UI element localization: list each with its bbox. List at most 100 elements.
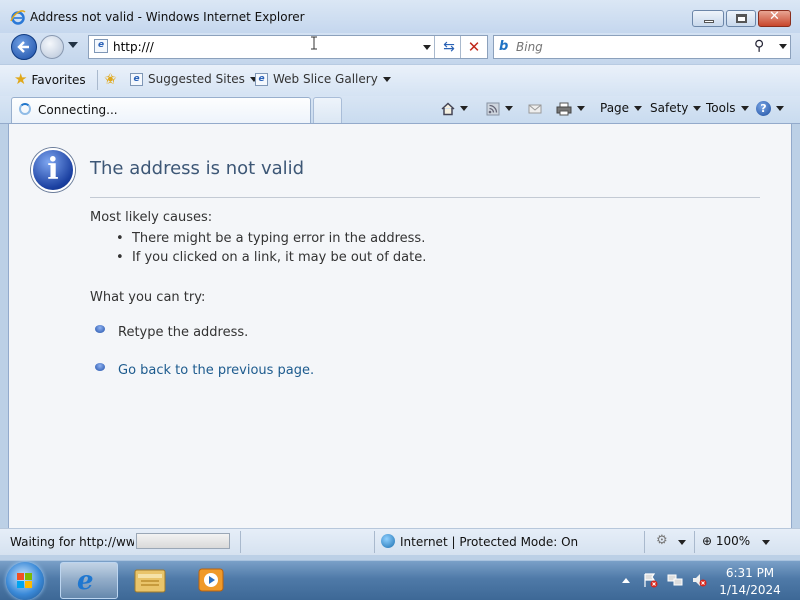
tools-menu-label: Tools [706, 101, 736, 115]
web-slice-gallery-button[interactable]: e Web Slice Gallery [255, 72, 391, 86]
tools-menu-button[interactable]: Tools [706, 101, 749, 115]
causes-heading: Most likely causes: [90, 210, 213, 225]
printer-icon [556, 102, 572, 115]
windows-logo-icon [17, 573, 33, 589]
help-icon: ? [756, 101, 771, 116]
loading-spinner-icon [19, 103, 31, 115]
taskbar-internet-explorer-button[interactable]: e [60, 562, 118, 599]
address-input[interactable] [113, 38, 413, 56]
chevron-down-icon [460, 106, 468, 111]
favorites-star-icon: ★ [14, 70, 28, 88]
divider [240, 531, 241, 553]
favorites-label: Favorites [31, 73, 86, 87]
divider [90, 197, 760, 198]
bullet-icon [95, 363, 105, 371]
search-input[interactable] [516, 38, 716, 56]
volume-muted-icon[interactable] [691, 572, 707, 588]
address-dropdown[interactable] [423, 45, 431, 50]
help-menu-button[interactable]: ? [756, 101, 784, 116]
recent-pages-dropdown[interactable] [68, 42, 78, 48]
favorites-button[interactable]: ★ Favorites [14, 70, 86, 90]
page-menu-label: Page [600, 101, 630, 115]
rss-icon [486, 102, 500, 115]
status-text: Waiting for http://www... [10, 535, 134, 549]
back-arrow-icon [17, 41, 29, 53]
ie-logo-icon: e [77, 566, 94, 596]
retype-address-text: Retype the address. [118, 325, 249, 340]
ie-page-icon: e [255, 73, 268, 86]
feeds-button[interactable] [486, 101, 513, 116]
taskbar-media-player-button[interactable] [196, 566, 228, 594]
zoom-icon: ⊕ [702, 534, 713, 548]
close-icon: ✕ [769, 9, 780, 24]
chevron-down-icon [776, 106, 784, 111]
gear-icon: ⚙ [656, 533, 668, 548]
stop-button[interactable]: ✕ [465, 38, 483, 56]
taskbar-windows-explorer-button[interactable] [132, 566, 168, 594]
divider [434, 36, 435, 58]
divider [644, 531, 645, 553]
search-button[interactable]: ⚲ [754, 38, 764, 54]
tab-label: Connecting... [38, 103, 118, 117]
clock-date[interactable]: 1/14/2024 [712, 583, 788, 597]
window-title: Address not valid - Windows Internet Exp… [30, 10, 305, 24]
show-hidden-icons-button[interactable] [622, 578, 630, 583]
text-cursor-icon [311, 36, 317, 50]
list-item: • If you clicked on a link, it may be ou… [116, 250, 427, 265]
chevron-down-icon [505, 106, 513, 111]
add-favorite-icon: ✬ [104, 70, 117, 88]
progress-bar [136, 533, 230, 549]
home-icon [441, 101, 455, 115]
bing-logo-icon: b [499, 39, 509, 54]
chevron-down-icon [693, 106, 702, 111]
chevron-down-icon[interactable] [678, 540, 686, 545]
ie-page-icon: e [130, 73, 143, 86]
chevron-down-icon[interactable] [762, 540, 770, 545]
ie-logo-icon [10, 10, 26, 25]
try-heading: What you can try: [90, 290, 206, 305]
network-icon[interactable] [667, 572, 683, 588]
internet-zone-globe-icon [381, 534, 395, 548]
start-button[interactable] [6, 562, 44, 600]
cause-text: If you clicked on a link, it may be out … [131, 250, 427, 265]
page-icon: e [94, 39, 108, 53]
go-back-link[interactable]: Go back to the previous page. [118, 363, 314, 378]
suggested-sites-button[interactable]: e Suggested Sites [130, 72, 258, 86]
manage-addons-button[interactable]: ⚙ [656, 533, 672, 549]
suggested-sites-label: Suggested Sites [148, 72, 245, 86]
divider [374, 531, 375, 553]
add-to-favorites-bar-button[interactable]: ✬ [104, 70, 117, 88]
home-button[interactable] [441, 101, 468, 116]
bullet-icon [95, 325, 105, 333]
zoom-level: 100% [715, 534, 751, 548]
safety-menu-label: Safety [650, 101, 689, 115]
forward-button[interactable] [40, 35, 64, 59]
chevron-down-icon [577, 106, 585, 111]
search-options-dropdown[interactable] [779, 44, 787, 49]
close-button[interactable]: ✕ [758, 9, 791, 27]
favorites-bar [0, 64, 800, 96]
clock-time[interactable]: 6:31 PM [712, 566, 788, 580]
refresh-button[interactable]: ⇆ [440, 38, 458, 56]
divider [460, 36, 461, 58]
zoom-level-button[interactable]: ⊕ 100% [702, 534, 750, 548]
action-center-icon[interactable] [642, 572, 658, 588]
info-icon: i [31, 148, 75, 192]
chevron-down-icon [634, 106, 643, 111]
page-title: The address is not valid [90, 158, 305, 179]
print-button[interactable] [556, 101, 585, 116]
back-button[interactable] [11, 34, 37, 60]
web-slice-gallery-label: Web Slice Gallery [273, 72, 378, 86]
cause-text: There might be a typing error in the add… [131, 231, 426, 246]
new-tab-button[interactable] [313, 97, 342, 123]
stop-icon: ✕ [467, 38, 481, 56]
chevron-down-icon [740, 106, 749, 111]
refresh-icon: ⇆ [443, 39, 455, 55]
safety-menu-button[interactable]: Safety [650, 101, 702, 115]
page-menu-button[interactable]: Page [600, 101, 643, 115]
divider [694, 531, 695, 553]
security-zone-text[interactable]: Internet | Protected Mode: On [400, 535, 578, 549]
read-mail-button[interactable] [528, 101, 542, 116]
minimize-button[interactable] [692, 10, 724, 27]
maximize-button[interactable] [726, 10, 756, 27]
